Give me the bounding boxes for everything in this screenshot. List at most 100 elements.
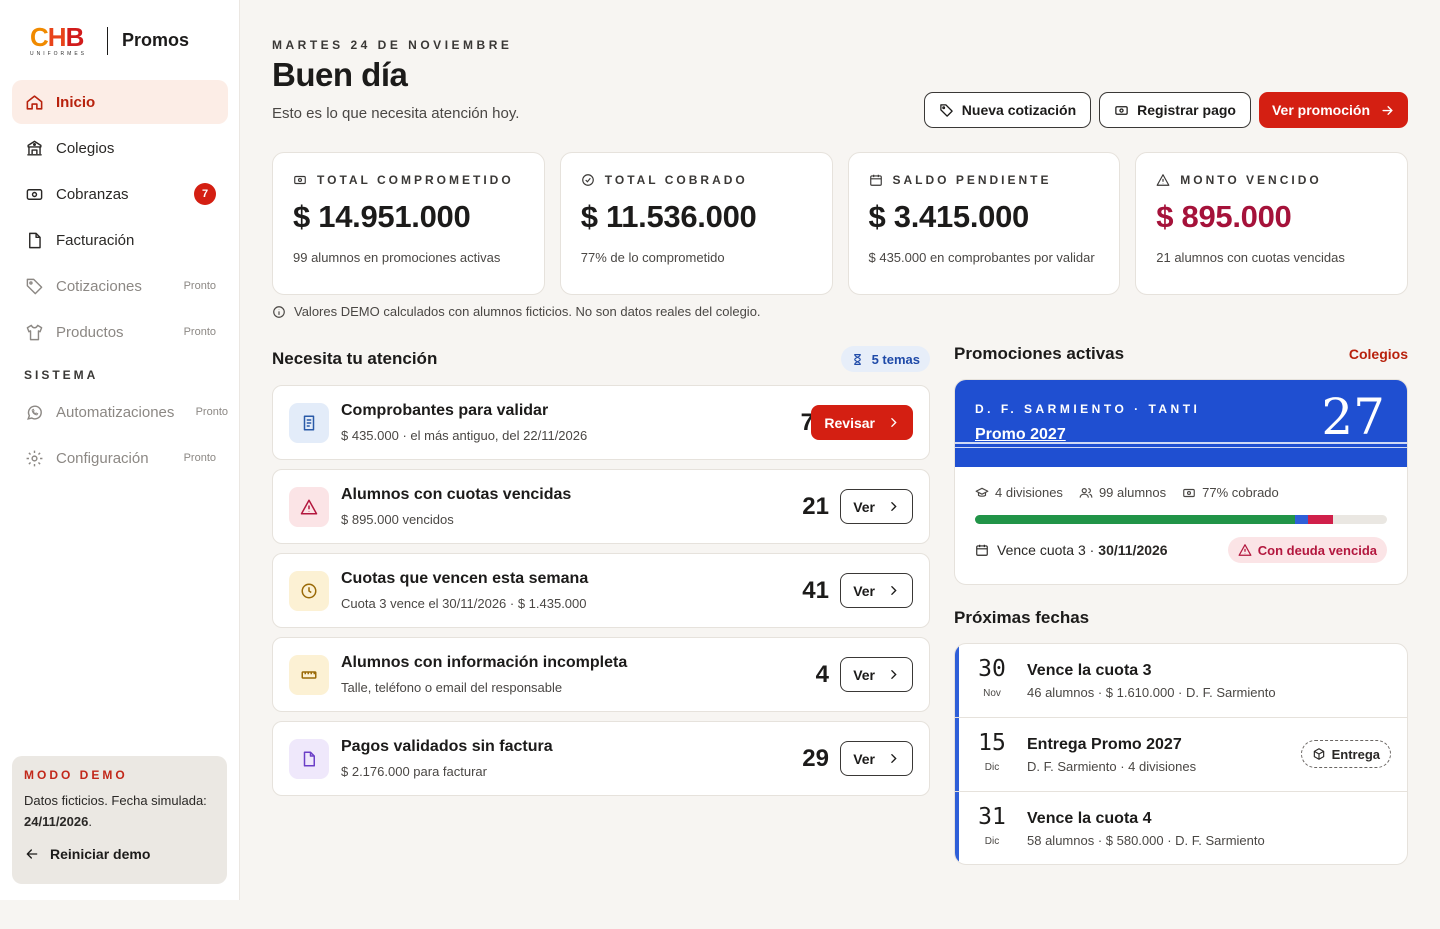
kpi-label-row: TOTAL COBRADO	[581, 173, 812, 187]
sidebar-item-configuracion[interactable]: Configuración Pronto	[12, 436, 228, 480]
sidebar-item-colegios[interactable]: Colegios	[12, 126, 228, 170]
attention-item-text: Pagos validados sin factura $ 2.176.000 …	[341, 738, 553, 779]
calendar-icon	[869, 174, 882, 186]
demo-disclaimer: Valores DEMO calculados con alumnos fict…	[272, 304, 761, 319]
promo-due-date: 30/11/2026	[1098, 542, 1168, 558]
coming-soon-tag: Pronto	[183, 452, 216, 464]
upcoming-month: Nov	[983, 688, 1001, 699]
status-badge: Con deuda vencida	[1227, 537, 1387, 563]
hourglass-icon	[853, 353, 861, 365]
review-button[interactable]: Revisar	[811, 405, 913, 440]
attention-item-title: Pagos validados sin factura	[341, 738, 553, 755]
promo-due-label: Vence cuota 3 ·	[997, 542, 1095, 558]
register-payment-label: Registrar pago	[1137, 102, 1236, 118]
attention-item-subtitle: Talle, teléfono o email del responsable	[341, 680, 563, 695]
reset-demo-button[interactable]: Reiniciar demo	[24, 846, 215, 862]
collection-progress-bar	[975, 515, 1387, 524]
attention-item-info-incompleta[interactable]: Alumnos con información incompleta Talle…	[272, 637, 930, 712]
logo-divider	[107, 26, 108, 55]
attention-item-text: Comprobantes para validar $ 435.000 · el…	[341, 402, 587, 443]
warning-icon	[1238, 544, 1252, 556]
attention-item-count: 21	[802, 492, 829, 520]
logo[interactable]: CHB UNIFORMES Promos	[30, 24, 189, 57]
upcoming-title-text: Entrega Promo 2027	[1027, 736, 1182, 753]
view-button[interactable]: Ver	[840, 573, 913, 608]
see-promo-button[interactable]: Ver promoción	[1258, 92, 1408, 128]
promo-next-due: Vence cuota 3 · 30/11/2026	[975, 542, 1168, 558]
disclaimer-text: Valores DEMO calculados con alumnos fict…	[294, 304, 761, 319]
register-payment-button[interactable]: Registrar pago	[1099, 92, 1251, 128]
attention-list: Comprobantes para validar $ 435.000 · el…	[272, 385, 930, 805]
demo-mode-text: Datos ficticios. Fecha simulada: 24/11/2…	[24, 793, 207, 829]
attention-item-count: 41	[802, 576, 829, 604]
banner-stripe	[955, 442, 1407, 444]
colegios-link[interactable]: Colegios	[1349, 346, 1408, 362]
attention-item-subtitle: $ 2.176.000 para facturar	[341, 764, 487, 779]
chevron-right-icon	[891, 754, 897, 763]
info-icon	[273, 305, 285, 318]
sidebar-nav: Inicio Colegios Cobranzas 7 Facturación …	[12, 80, 228, 482]
money-icon	[1115, 105, 1128, 115]
kpi-row: TOTAL COMPROMETIDO $ 14.951.000 99 alumn…	[272, 152, 1408, 295]
kpi-label: TOTAL COMPROMETIDO	[317, 172, 514, 187]
sidebar-item-cotizaciones[interactable]: Cotizaciones Pronto	[12, 264, 228, 308]
view-button[interactable]: Ver	[840, 657, 913, 692]
warning-icon	[1156, 174, 1170, 186]
package-icon	[1313, 748, 1324, 760]
attention-item-comprobantes[interactable]: Comprobantes para validar $ 435.000 · el…	[272, 385, 930, 460]
notification-badge: 7	[194, 183, 216, 205]
upcoming-day: 31	[978, 804, 1006, 830]
sidebar-item-automatizaciones[interactable]: Automatizaciones Pronto	[12, 390, 228, 434]
promo-students-label: 99 alumnos	[1098, 485, 1167, 500]
new-quote-button[interactable]: Nueva cotización	[923, 92, 1092, 128]
view-button[interactable]: Ver	[840, 489, 913, 524]
upcoming-subtitle: 58 alumnos · $ 580.000 · D. F. Sarmiento	[1027, 833, 1265, 848]
money-icon	[24, 184, 44, 204]
promo-stats: 4 divisiones 99 alumnos 77% cobrado	[975, 485, 1279, 500]
kpi-note: $ 435.000 en comprobantes por validar	[868, 250, 1095, 265]
check-circle-icon	[581, 174, 594, 186]
view-button-label: Ver	[853, 582, 875, 599]
kpi-value: $ 11.536.000	[580, 199, 757, 234]
upcoming-item[interactable]: 30 Nov Vence la cuota 3 46 alumnos · $ 1…	[955, 644, 1407, 718]
upcoming-item[interactable]: 15 Dic Entrega Promo 2027 D. F. Sarmient…	[955, 718, 1407, 792]
sidebar-item-cobranzas[interactable]: Cobranzas 7	[12, 172, 228, 216]
upcoming-item[interactable]: 31 Dic Vence la cuota 4 58 alumnos · $ 5…	[955, 792, 1407, 864]
chevron-right-icon	[891, 502, 897, 511]
attention-item-cuotas-semana[interactable]: Cuotas que vencen esta semana Cuota 3 ve…	[272, 553, 930, 628]
demo-mode-title: MODO DEMO	[24, 768, 128, 782]
whatsapp-icon	[24, 402, 44, 422]
upcoming-title-text: Vence la cuota 4	[1027, 810, 1152, 827]
sidebar-item-label: Productos	[56, 323, 124, 341]
kpi-label: SALDO PENDIENTE	[892, 172, 1052, 187]
kpi-value: $ 895.000	[1156, 199, 1292, 234]
progress-overdue	[1307, 515, 1333, 524]
promos-title: Promociones activas	[954, 344, 1125, 363]
demo-mode-date: 24/11/2026	[24, 814, 89, 829]
shirt-icon	[24, 322, 44, 342]
kpi-label-row: SALDO PENDIENTE	[869, 173, 1100, 187]
upcoming-subtitle: 46 alumnos · $ 1.610.000 · D. F. Sarmien…	[1027, 685, 1276, 700]
promo-card[interactable]: D. F. SARMIENTO · TANTI Promo 2027 27 4 …	[954, 379, 1408, 585]
clock-icon	[289, 570, 329, 611]
file-icon	[24, 230, 44, 250]
coming-soon-tag: Pronto	[195, 406, 228, 418]
kpi-label-row: MONTO VENCIDO	[1156, 173, 1387, 187]
attention-item-pagos-sin-factura[interactable]: Pagos validados sin factura $ 2.176.000 …	[272, 721, 930, 796]
delivery-badge-label: Entrega	[1331, 746, 1380, 762]
attention-item-subtitle: $ 435.000 · el más antiguo, del 22/11/20…	[341, 428, 588, 443]
kpi-note: 21 alumnos con cuotas vencidas	[1156, 250, 1345, 265]
home-icon	[24, 92, 44, 112]
ruler-icon	[289, 654, 329, 695]
sidebar: CHB UNIFORMES Promos Inicio Colegios Cob…	[0, 0, 240, 900]
sidebar-item-inicio[interactable]: Inicio	[12, 80, 228, 124]
sidebar-item-productos[interactable]: Productos Pronto	[12, 310, 228, 354]
upcoming-month: Dic	[984, 762, 1000, 773]
attention-item-cuotas-vencidas[interactable]: Alumnos con cuotas vencidas $ 895.000 ve…	[272, 469, 930, 544]
page-title: Buen día	[272, 56, 408, 93]
chevron-right-icon	[891, 418, 897, 427]
view-button[interactable]: Ver	[840, 741, 913, 776]
kpi-note: 99 alumnos en promociones activas	[293, 250, 501, 265]
calendar-icon	[976, 544, 988, 556]
sidebar-item-facturacion[interactable]: Facturación	[12, 218, 228, 262]
